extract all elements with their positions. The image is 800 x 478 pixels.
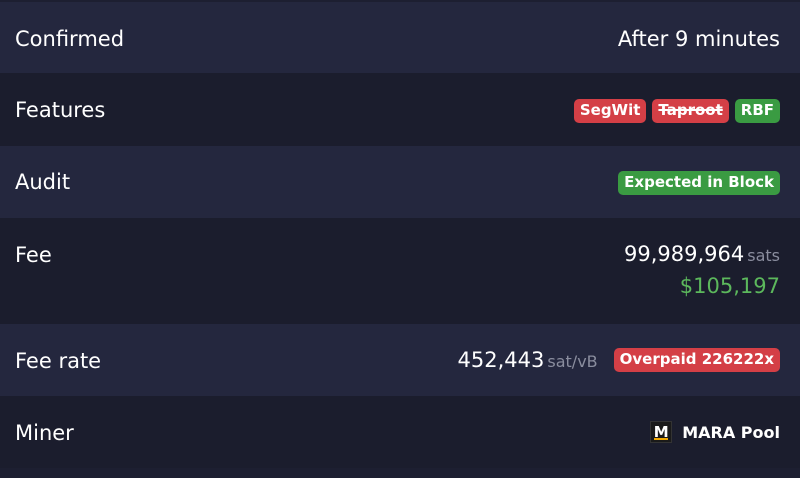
overpaid-badge[interactable]: Overpaid 226222x xyxy=(613,348,780,372)
fee-fiat-value[interactable]: $105,197 xyxy=(680,274,780,298)
row-miner: Miner M MARA Pool xyxy=(0,396,800,468)
audit-value-wrap: Expected in Block xyxy=(618,171,780,195)
fee-rate-label: Fee rate xyxy=(15,349,102,373)
row-confirmed: Confirmed After 9 minutes xyxy=(0,2,800,73)
fee-label: Fee xyxy=(15,243,52,267)
fee-rate-unit: sat/vB xyxy=(547,352,598,371)
row-fee-rate: Fee rate 452,443 sat/vB Overpaid 226222x xyxy=(0,324,800,396)
fee-rate-amount-group: 452,443 sat/vB xyxy=(458,348,598,372)
miner-label: Miner xyxy=(15,421,74,445)
row-audit: Audit Expected in Block xyxy=(0,146,800,218)
miner-icon-underline xyxy=(654,438,669,440)
features-label: Features xyxy=(15,98,106,122)
features-badges: SegWit Taproot RBF xyxy=(573,99,780,123)
audit-status-badge[interactable]: Expected in Block xyxy=(618,171,780,195)
confirmed-label: Confirmed xyxy=(15,27,125,51)
row-features: Features SegWit Taproot RBF xyxy=(0,73,800,146)
fee-amount: 99,989,964 xyxy=(624,242,745,266)
confirmed-value: After 9 minutes xyxy=(617,27,780,51)
miner-name[interactable]: MARA Pool xyxy=(682,423,780,442)
fee-sats-line: 99,989,964 sats xyxy=(624,242,780,266)
fee-fiat-line: $105,197 xyxy=(624,274,780,298)
row-fee: Fee 99,989,964 sats $105,197 xyxy=(0,218,800,324)
mara-pool-logo-icon: M xyxy=(650,421,673,443)
fee-rate-value-wrap: 452,443 sat/vB Overpaid 226222x xyxy=(458,348,780,372)
taproot-badge[interactable]: Taproot xyxy=(652,99,729,123)
miner-value-wrap[interactable]: M MARA Pool xyxy=(650,421,780,443)
confirmed-value-wrap: After 9 minutes xyxy=(618,27,780,51)
fee-unit: sats xyxy=(747,246,780,265)
transaction-details-table: Confirmed After 9 minutes Features SegWi… xyxy=(0,0,800,478)
fee-value-wrap: 99,989,964 sats $105,197 xyxy=(624,242,780,298)
fee-rate-amount: 452,443 xyxy=(457,348,545,372)
segwit-badge[interactable]: SegWit xyxy=(573,99,647,123)
rbf-badge[interactable]: RBF xyxy=(734,99,780,123)
audit-label: Audit xyxy=(15,170,71,194)
